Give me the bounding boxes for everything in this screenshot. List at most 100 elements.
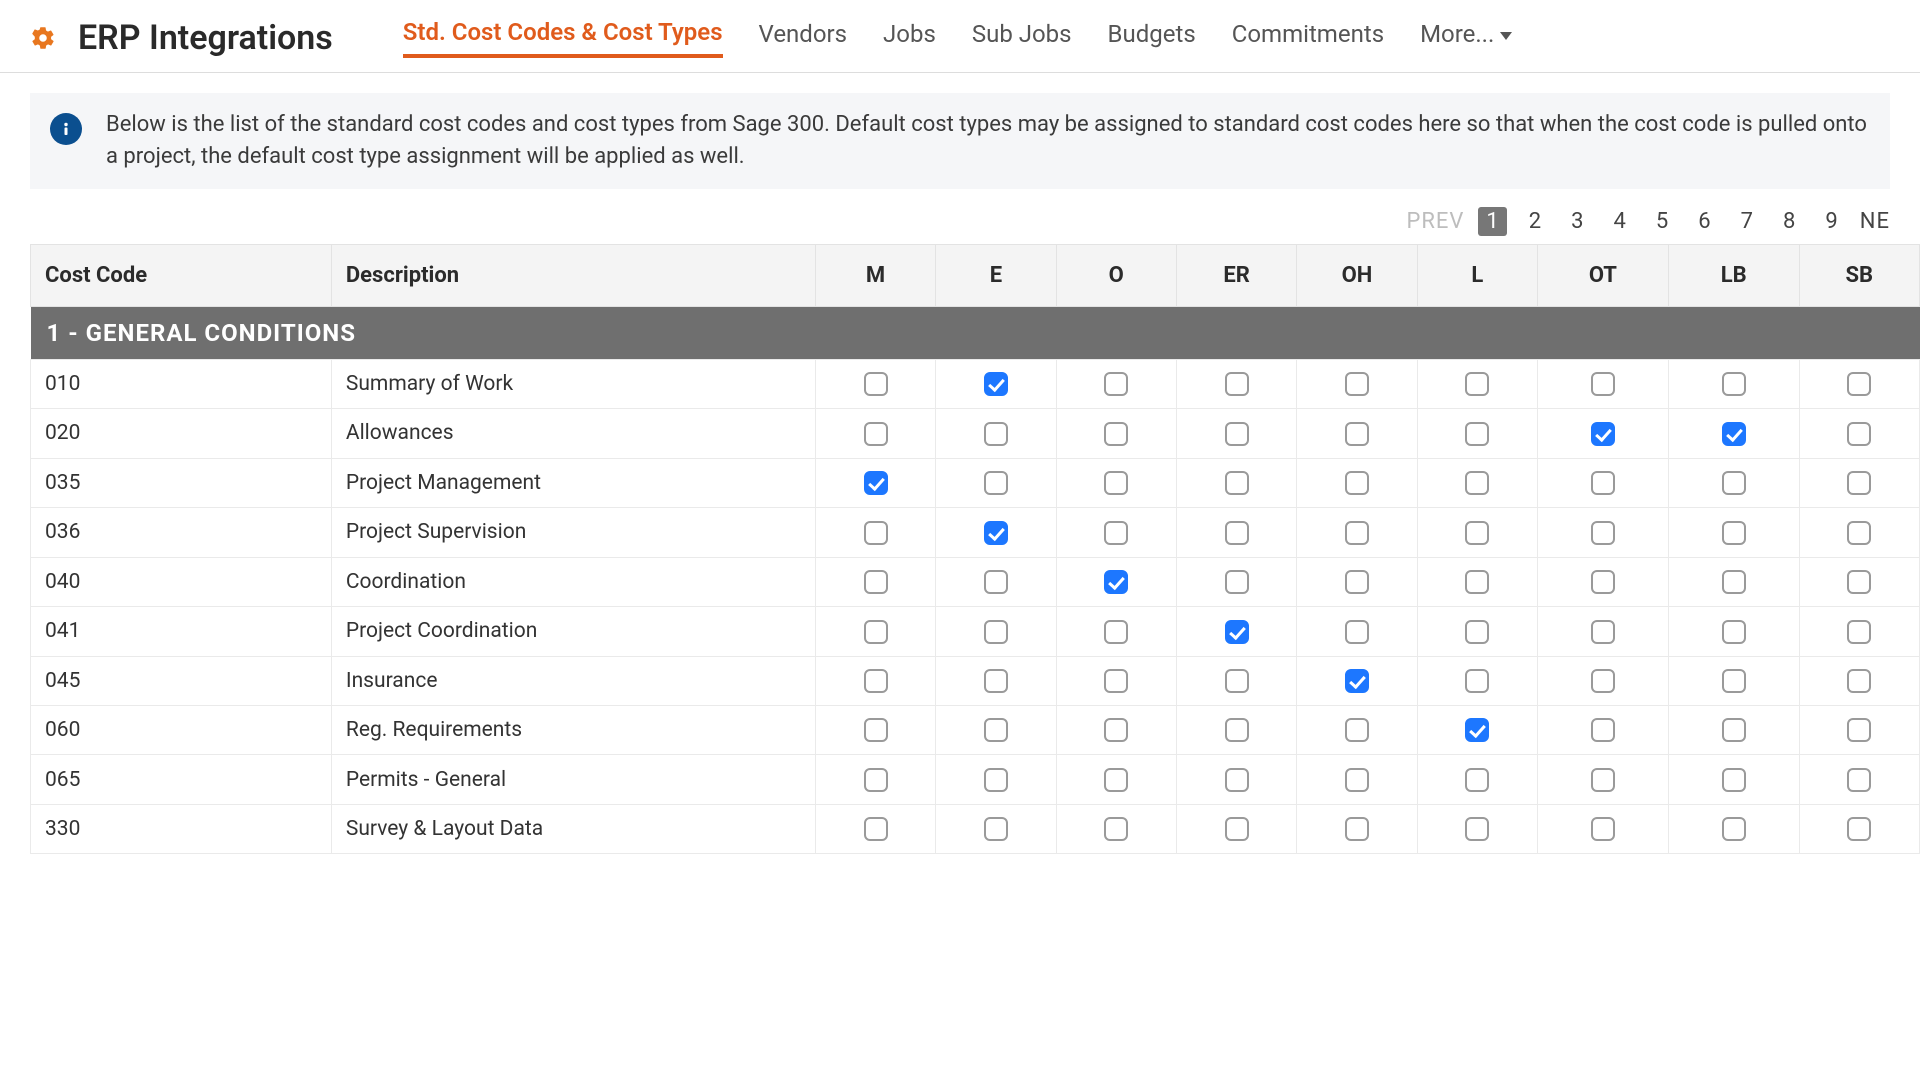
checkbox-er[interactable]	[1225, 570, 1249, 594]
checkbox-er[interactable]	[1225, 817, 1249, 841]
pager-page-8[interactable]: 8	[1775, 207, 1803, 236]
checkbox-o[interactable]	[1104, 471, 1128, 495]
checkbox-er[interactable]	[1225, 620, 1249, 644]
tab-vendors[interactable]: Vendors	[759, 20, 848, 56]
checkbox-l[interactable]	[1465, 422, 1489, 446]
checkbox-e[interactable]	[984, 620, 1008, 644]
checkbox-er[interactable]	[1225, 422, 1249, 446]
pager-page-9[interactable]: 9	[1817, 207, 1845, 236]
tab-jobs[interactable]: Jobs	[883, 20, 936, 56]
checkbox-ot[interactable]	[1591, 372, 1615, 396]
checkbox-m[interactable]	[864, 768, 888, 792]
checkbox-oh[interactable]	[1345, 669, 1369, 693]
checkbox-l[interactable]	[1465, 669, 1489, 693]
tab-sub-jobs[interactable]: Sub Jobs	[972, 20, 1072, 56]
checkbox-e[interactable]	[984, 768, 1008, 792]
checkbox-lb[interactable]	[1722, 422, 1746, 446]
checkbox-e[interactable]	[984, 471, 1008, 495]
checkbox-er[interactable]	[1225, 471, 1249, 495]
checkbox-l[interactable]	[1465, 471, 1489, 495]
gear-icon[interactable]	[30, 25, 56, 51]
pager-page-4[interactable]: 4	[1606, 207, 1634, 236]
checkbox-er[interactable]	[1225, 669, 1249, 693]
checkbox-o[interactable]	[1104, 521, 1128, 545]
checkbox-m[interactable]	[864, 521, 888, 545]
checkbox-m[interactable]	[864, 817, 888, 841]
checkbox-m[interactable]	[864, 718, 888, 742]
pager-page-3[interactable]: 3	[1563, 207, 1591, 236]
checkbox-m[interactable]	[864, 570, 888, 594]
pager-page-1[interactable]: 1	[1478, 207, 1506, 236]
checkbox-e[interactable]	[984, 817, 1008, 841]
checkbox-sb[interactable]	[1847, 521, 1871, 545]
checkbox-sb[interactable]	[1847, 471, 1871, 495]
tab-more[interactable]: More...	[1420, 20, 1512, 56]
pager-prev[interactable]: PREV	[1406, 209, 1464, 234]
checkbox-e[interactable]	[984, 718, 1008, 742]
checkbox-sb[interactable]	[1847, 620, 1871, 644]
checkbox-m[interactable]	[864, 620, 888, 644]
checkbox-sb[interactable]	[1847, 669, 1871, 693]
checkbox-lb[interactable]	[1722, 817, 1746, 841]
checkbox-l[interactable]	[1465, 570, 1489, 594]
checkbox-lb[interactable]	[1722, 669, 1746, 693]
checkbox-l[interactable]	[1465, 521, 1489, 545]
tab-std-cost-codes-cost-types[interactable]: Std. Cost Codes & Cost Types	[403, 18, 723, 58]
checkbox-oh[interactable]	[1345, 620, 1369, 644]
checkbox-ot[interactable]	[1591, 570, 1615, 594]
checkbox-er[interactable]	[1225, 718, 1249, 742]
checkbox-sb[interactable]	[1847, 422, 1871, 446]
checkbox-o[interactable]	[1104, 422, 1128, 446]
checkbox-e[interactable]	[984, 422, 1008, 446]
checkbox-oh[interactable]	[1345, 768, 1369, 792]
checkbox-ot[interactable]	[1591, 669, 1615, 693]
checkbox-lb[interactable]	[1722, 570, 1746, 594]
checkbox-l[interactable]	[1465, 372, 1489, 396]
checkbox-m[interactable]	[864, 669, 888, 693]
checkbox-ot[interactable]	[1591, 471, 1615, 495]
checkbox-o[interactable]	[1104, 372, 1128, 396]
checkbox-e[interactable]	[984, 372, 1008, 396]
checkbox-ot[interactable]	[1591, 422, 1615, 446]
checkbox-m[interactable]	[864, 471, 888, 495]
checkbox-o[interactable]	[1104, 669, 1128, 693]
checkbox-l[interactable]	[1465, 768, 1489, 792]
checkbox-sb[interactable]	[1847, 570, 1871, 594]
checkbox-lb[interactable]	[1722, 471, 1746, 495]
checkbox-oh[interactable]	[1345, 521, 1369, 545]
checkbox-ot[interactable]	[1591, 768, 1615, 792]
checkbox-o[interactable]	[1104, 620, 1128, 644]
checkbox-l[interactable]	[1465, 620, 1489, 644]
checkbox-sb[interactable]	[1847, 817, 1871, 841]
checkbox-ot[interactable]	[1591, 817, 1615, 841]
checkbox-lb[interactable]	[1722, 372, 1746, 396]
checkbox-oh[interactable]	[1345, 817, 1369, 841]
checkbox-o[interactable]	[1104, 768, 1128, 792]
checkbox-o[interactable]	[1104, 718, 1128, 742]
checkbox-o[interactable]	[1104, 570, 1128, 594]
checkbox-sb[interactable]	[1847, 768, 1871, 792]
pager-page-7[interactable]: 7	[1733, 207, 1761, 236]
checkbox-e[interactable]	[984, 570, 1008, 594]
checkbox-m[interactable]	[864, 372, 888, 396]
checkbox-sb[interactable]	[1847, 718, 1871, 742]
checkbox-l[interactable]	[1465, 718, 1489, 742]
checkbox-sb[interactable]	[1847, 372, 1871, 396]
checkbox-lb[interactable]	[1722, 768, 1746, 792]
checkbox-lb[interactable]	[1722, 620, 1746, 644]
tab-budgets[interactable]: Budgets	[1108, 20, 1196, 56]
checkbox-e[interactable]	[984, 669, 1008, 693]
checkbox-ot[interactable]	[1591, 620, 1615, 644]
checkbox-oh[interactable]	[1345, 570, 1369, 594]
checkbox-m[interactable]	[864, 422, 888, 446]
checkbox-lb[interactable]	[1722, 718, 1746, 742]
checkbox-oh[interactable]	[1345, 372, 1369, 396]
pager-next[interactable]: NE	[1860, 209, 1890, 234]
checkbox-lb[interactable]	[1722, 521, 1746, 545]
checkbox-o[interactable]	[1104, 817, 1128, 841]
checkbox-oh[interactable]	[1345, 471, 1369, 495]
tab-commitments[interactable]: Commitments	[1232, 20, 1384, 56]
checkbox-er[interactable]	[1225, 372, 1249, 396]
checkbox-l[interactable]	[1465, 817, 1489, 841]
checkbox-oh[interactable]	[1345, 422, 1369, 446]
